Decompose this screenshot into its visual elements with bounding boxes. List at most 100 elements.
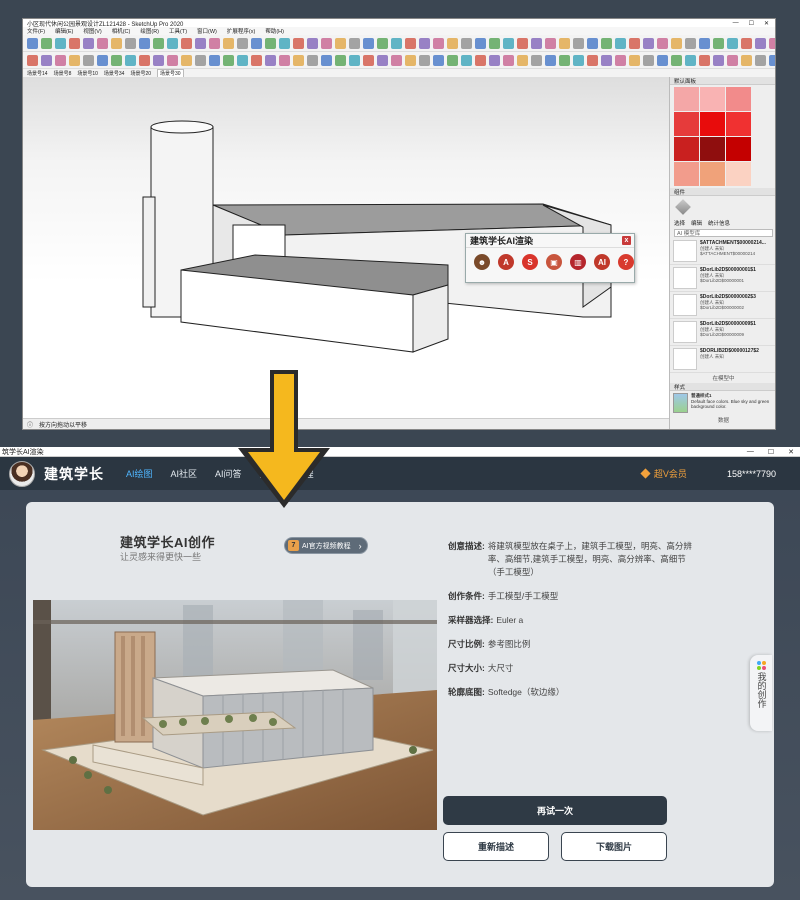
tool-icon[interactable] [741,37,752,49]
tool-icon[interactable] [69,54,80,66]
tool-icon[interactable] [153,54,164,66]
tool-icon[interactable] [405,54,416,66]
tool-icon[interactable] [139,37,150,49]
tool-icon[interactable] [195,37,206,49]
tool-icon[interactable] [223,37,234,49]
material-swatch[interactable] [674,137,699,161]
tool-icon[interactable] [293,54,304,66]
ai-chat-icon[interactable]: AI [594,254,610,270]
tool-icon[interactable] [167,37,178,49]
tool-icon[interactable] [503,37,514,49]
image-icon[interactable]: ▣ [546,254,562,270]
menu-item[interactable]: 窗口(W) [197,27,217,35]
material-swatch[interactable] [674,112,699,136]
scene-tab[interactable]: 场景号10 [77,70,98,77]
tool-icon[interactable] [447,54,458,66]
component-item[interactable]: $DorLib2D$00000009$1 创建人 未知 $DorLib2D$0000… [670,319,775,346]
tool-icon[interactable] [559,37,570,49]
tool-icon[interactable] [517,54,528,66]
tool-icon[interactable] [209,37,220,49]
tool-icon[interactable] [27,54,38,66]
tool-icon[interactable] [237,54,248,66]
tool-icon[interactable] [181,37,192,49]
tool-icon[interactable] [419,37,430,49]
minimize-icon[interactable]: — [733,20,739,27]
tool-icon[interactable] [573,37,584,49]
help-icon[interactable]: ? [618,254,634,270]
tool-icon[interactable] [615,54,626,66]
tool-icon[interactable] [335,54,346,66]
in-model-label[interactable]: 在模型中 [670,373,775,383]
tool-icon[interactable] [377,54,388,66]
material-swatch[interactable] [726,137,751,161]
tool-icon[interactable] [153,37,164,49]
tool-icon[interactable] [601,37,612,49]
tool-icon[interactable] [391,54,402,66]
tool-icon[interactable] [167,54,178,66]
component-item[interactable]: $DorLib2D$00000001$1 创建人 未知 $DorLib2D$0000… [670,265,775,292]
tool-icon[interactable] [265,37,276,49]
close-icon[interactable]: ✕ [788,448,794,456]
tool-icon[interactable] [545,37,556,49]
tool-icon[interactable] [629,54,640,66]
tool-icon[interactable] [321,37,332,49]
maximize-icon[interactable]: ☐ [768,448,774,456]
tool-icon[interactable] [125,54,136,66]
tool-icon[interactable] [251,54,262,66]
tool-icon[interactable] [265,54,276,66]
component-item[interactable]: $ATTACHMENT$00000214... 创建人 未知 $ATTACHMENT… [670,238,775,265]
book-icon[interactable]: ▥ [570,254,586,270]
nav-item[interactable]: AI绘图 [126,467,153,480]
tool-icon[interactable] [139,54,150,66]
tool-icon[interactable] [489,54,500,66]
tool-icon[interactable] [713,37,724,49]
material-swatch[interactable] [700,112,725,136]
components-header[interactable]: 组件 [670,188,775,196]
tool-icon[interactable] [41,54,52,66]
scene-tab[interactable]: 场景号34 [104,70,125,77]
tray-tab[interactable]: 选择 [674,219,685,227]
tool-icon[interactable] [531,37,542,49]
component-search-input[interactable]: AI 模型库 [674,229,773,237]
tool-icon[interactable] [447,37,458,49]
tool-icon[interactable] [335,37,346,49]
tool-icon[interactable] [475,37,486,49]
tool-icon[interactable] [363,37,374,49]
tool-icon[interactable] [55,37,66,49]
tool-icon[interactable] [195,54,206,66]
tool-icon[interactable] [699,54,710,66]
tool-icon[interactable] [83,37,94,49]
tool-icon[interactable] [433,37,444,49]
sketch-icon[interactable]: S [522,254,538,270]
tool-icon[interactable] [97,54,108,66]
close-icon[interactable]: ✕ [764,20,769,27]
tool-icon[interactable] [111,37,122,49]
avatar-icon[interactable]: ☻ [474,254,490,270]
tool-icon[interactable] [251,37,262,49]
download-image-button[interactable]: 下载图片 [561,832,667,861]
vip-badge[interactable]: 超V会员 [640,467,687,480]
styles-header[interactable]: 样式 [670,383,775,391]
tool-icon[interactable] [629,37,640,49]
tool-icon[interactable] [279,37,290,49]
tool-icon[interactable] [517,37,528,49]
tool-icon[interactable] [419,54,430,66]
style-item[interactable]: 普通样式1 Default face colors. Blue sky and … [670,391,775,415]
tool-icon[interactable] [83,54,94,66]
component-item[interactable]: $DorLib2D$00000002$3 创建人 未知 $DorLib2D$0000… [670,292,775,319]
tool-icon[interactable] [405,37,416,49]
tray-tab[interactable]: 统计信息 [708,219,730,227]
tool-icon[interactable] [27,37,38,49]
material-swatch[interactable] [700,87,725,111]
redescribe-button[interactable]: 重新描述 [443,832,549,861]
tool-icon[interactable] [237,37,248,49]
tool-icon[interactable] [587,54,598,66]
scene-tab[interactable]: 场景号14 [27,70,48,77]
tool-icon[interactable] [713,54,724,66]
materials-header[interactable]: 默认面板 [670,77,775,85]
tool-icon[interactable] [461,37,472,49]
tool-icon[interactable] [699,37,710,49]
tool-icon[interactable] [545,54,556,66]
tool-icon[interactable] [377,37,388,49]
tool-icon[interactable] [307,37,318,49]
